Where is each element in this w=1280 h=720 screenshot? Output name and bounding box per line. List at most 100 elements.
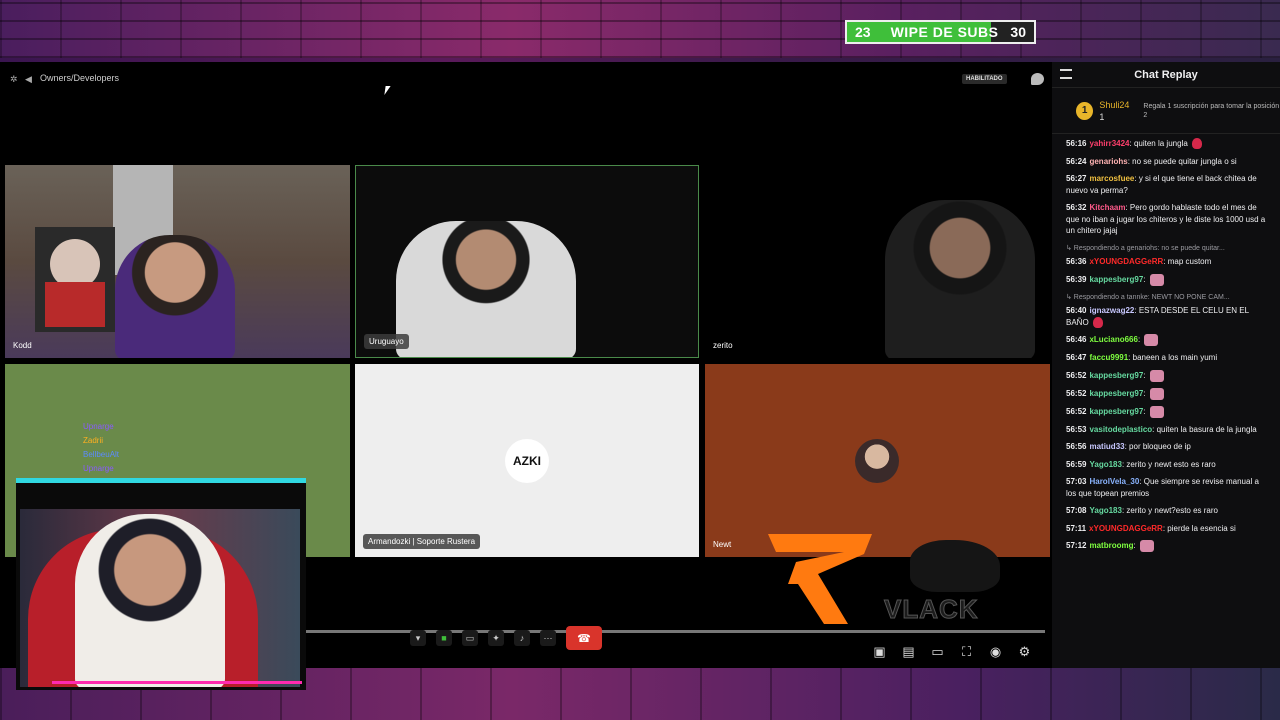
message-username[interactable]: Yago183 [1089, 506, 1121, 515]
chat-message-list[interactable]: 56:16 yahirr3424: quiten la jungla 56:24 ge… [1052, 138, 1280, 558]
message-time: 57:03 [1066, 477, 1087, 486]
message-time: 57:12 [1066, 541, 1087, 551]
settings-icon[interactable]: ✲ [10, 74, 19, 84]
screen-share-icon[interactable]: ▭ [462, 630, 478, 646]
message-time: 56:27 [1066, 174, 1087, 183]
emote-icon [1149, 387, 1164, 400]
chat-message: 57:03 HarolVela_30: Que siempre se revise… [1066, 476, 1266, 499]
pinned-user: Shuli24 [1099, 99, 1130, 110]
collapse-icon[interactable] [1060, 69, 1072, 79]
message-username[interactable]: matbroomg [1089, 541, 1133, 550]
microphone-icon[interactable]: ▾ [410, 630, 426, 646]
message-text: : quiten la basura de la jungla [1152, 424, 1257, 434]
sub-list-item: Upnarge [83, 422, 114, 431]
channel-name: Owners/Developers [40, 73, 120, 83]
message-time: 56:52 [1066, 406, 1087, 416]
message-username[interactable]: yahirr3424 [1089, 139, 1129, 148]
emote-icon [1139, 540, 1154, 552]
message-time: 56:40 [1066, 306, 1087, 315]
reply-context: ↳ Respondiendo a tannke: NEWT NO PONE CA… [1066, 293, 1230, 301]
message-time: 57:08 [1066, 506, 1087, 515]
chat-replay-panel: Chat Replay 1 Shuli24 1 Regala 1 suscrip… [1052, 62, 1280, 668]
streamer-webcam [16, 478, 306, 690]
tile-label: zerito [713, 341, 733, 350]
video-tile-zerito[interactable]: zerito [705, 165, 1050, 358]
fullscreen-icon[interactable]: ⛶ [959, 644, 974, 659]
chat-message: 56:56 matiud33: por bloqueo de ip [1066, 441, 1266, 453]
tile-label: Newt [713, 540, 732, 549]
message-text: : quiten la jungla [1129, 139, 1188, 148]
participant-video [396, 221, 576, 357]
chat-message: 57:12 matbroomg: [1066, 540, 1266, 552]
message-text: : por bloqueo de ip [1124, 442, 1191, 451]
vlack-logo: VLACK [884, 594, 979, 625]
settings-gear-icon[interactable]: ⚙ [1017, 644, 1032, 659]
mini-player-icon[interactable]: ▭ [930, 644, 945, 659]
message-text: : [1143, 388, 1146, 398]
emote-icon [1149, 405, 1164, 418]
hang-up-button[interactable]: ☎ [566, 626, 602, 650]
message-username[interactable]: xYOUNGDAGGeRR [1089, 524, 1163, 533]
pinned-count: 1 [1099, 111, 1105, 122]
more-options-icon[interactable]: ⋯ [540, 630, 556, 646]
video-tile-armandozki[interactable]: AZKI Armandozki | Soporte Rustera [355, 364, 699, 557]
subs-goal-target: 30 [1010, 24, 1026, 40]
message-time: 56:46 [1066, 335, 1087, 345]
message-time: 56:52 [1066, 370, 1087, 380]
message-username[interactable]: kappesberg97 [1089, 407, 1143, 416]
message-time: 56:32 [1066, 203, 1087, 212]
chat-message: 56:16 yahirr3424: quiten la jungla [1066, 138, 1266, 150]
camera-icon[interactable]: ■ [436, 630, 452, 646]
message-username[interactable]: kappesberg97 [1089, 389, 1143, 398]
pinned-leaderboard[interactable]: 1 Shuli24 1 Regala 1 suscripción para to… [1052, 88, 1280, 134]
tile-label: Kodd [13, 341, 32, 350]
message-username[interactable]: xLuciano666 [1089, 335, 1137, 344]
activities-icon[interactable]: ✦ [488, 630, 504, 646]
message-username[interactable]: Yago183 [1089, 460, 1121, 469]
message-username[interactable]: Kitchaam [1089, 203, 1125, 212]
chat-message: 56:46 xLuciano666: [1066, 334, 1266, 346]
message-username[interactable]: marcosfuee [1089, 174, 1134, 183]
emote-icon [1144, 334, 1159, 346]
message-time: 56:59 [1066, 459, 1087, 469]
pinned-message: Regala 1 suscripción para tomar la posic… [1143, 102, 1280, 119]
chat-message: 56:40 ignazwag22: ESTA DESDE EL CELU EN E… [1066, 305, 1266, 328]
message-text: : [1133, 541, 1136, 551]
message-username[interactable]: HarolVela_30 [1089, 477, 1139, 486]
message-username[interactable]: genariohs [1089, 157, 1127, 166]
emote-icon [1149, 273, 1164, 286]
message-username[interactable]: kappesberg97 [1089, 275, 1143, 284]
rank-badge: 1 [1076, 101, 1094, 120]
message-text: : zerito y newt esto es raro [1121, 459, 1216, 469]
chat-title: Chat Replay [1134, 68, 1198, 81]
message-username[interactable]: faccu9991 [1089, 353, 1128, 362]
chat-message: 56:52 kappesberg97: [1066, 405, 1266, 418]
message-text: : zerito y newt?esto es raro [1121, 506, 1218, 515]
chat-message: 56:36 xYOUNGDAGGeRR: map custom [1066, 256, 1266, 268]
message-username[interactable]: xYOUNGDAGGeRR [1089, 257, 1163, 266]
autoplay-icon[interactable]: ◉ [988, 644, 1003, 659]
subs-goal-title: WIPE DE SUBS [890, 24, 999, 40]
reply-context: ↳ Respondiendo a genariohs: no se puede … [1066, 244, 1225, 252]
avatar [855, 439, 899, 483]
message-username[interactable]: ignazwag22 [1089, 306, 1134, 315]
message-username[interactable]: vasitodeplastico [1089, 425, 1152, 434]
message-text: : [1143, 406, 1146, 416]
chat-message: 56:24 genariohs: no se puede quitar jungl… [1066, 156, 1266, 168]
soundboard-icon[interactable]: ♪ [514, 630, 530, 646]
message-username[interactable]: kappesberg97 [1089, 371, 1143, 380]
chat-bubble-icon[interactable] [1031, 73, 1044, 85]
stream-scene: 23 WIPE DE SUBS 30 ✲ ◀ Owners/Developers… [0, 0, 1280, 720]
popout-icon[interactable]: ▣ [872, 644, 887, 659]
message-time: 56:52 [1066, 388, 1087, 398]
video-tile-uruguayo[interactable]: Uruguayo [355, 165, 699, 358]
message-username[interactable]: matiud33 [1089, 442, 1124, 451]
message-time: 56:24 [1066, 156, 1087, 166]
subs-goal-bar: 23 WIPE DE SUBS 30 [845, 20, 1036, 44]
channel-bar: ✲ ◀ Owners/Developers [10, 73, 120, 84]
participant-video [885, 200, 1035, 358]
video-tile-kodd[interactable]: Kodd [5, 165, 350, 358]
video-tile-newt[interactable]: Newt [705, 364, 1050, 557]
speaker-icon[interactable]: ◀ [25, 74, 34, 84]
theater-icon[interactable]: ▤ [901, 644, 916, 659]
